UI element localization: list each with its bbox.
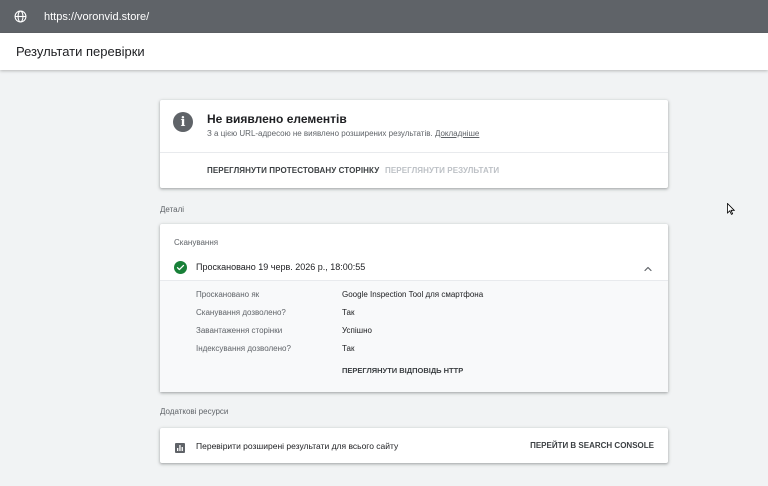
crawl-title: Сканування xyxy=(174,238,219,247)
check-circle-icon xyxy=(174,261,187,274)
url-text[interactable]: https://voronvid.store/ xyxy=(44,11,149,23)
mouse-cursor-icon xyxy=(727,202,736,215)
crawled-as-label: Проскановано як xyxy=(196,290,260,299)
crawl-allowed-value: Так xyxy=(342,308,355,317)
crawl-details-panel: Проскановано як Google Inspection Tool д… xyxy=(160,280,668,392)
indexing-allowed-value: Так xyxy=(342,344,355,353)
bar-chart-icon xyxy=(175,440,185,453)
globe-icon xyxy=(13,10,27,24)
summary-description: З а цією URL-адресою не виявлено розшире… xyxy=(207,129,479,138)
info-icon: i xyxy=(173,112,193,132)
page-fetch-label: Завантаження сторінки xyxy=(196,326,283,335)
learn-more-link[interactable]: Докладніше xyxy=(435,129,479,138)
details-section-label: Деталі xyxy=(160,205,185,214)
crawled-as-value: Google Inspection Tool для смартфона xyxy=(342,290,484,299)
crawl-allowed-label: Сканування дозволено? xyxy=(196,308,286,317)
open-search-console-button[interactable]: ПЕРЕЙТИ В SEARCH CONSOLE xyxy=(530,441,654,450)
chevron-up-icon[interactable] xyxy=(642,262,654,274)
divider xyxy=(160,152,668,153)
page-title: Результати перевірки xyxy=(16,44,145,59)
resources-card: Перевірити розширені результати для всьо… xyxy=(160,428,668,463)
crawled-timestamp: Проскановано 19 черв. 2026 р., 18:00:55 xyxy=(196,262,366,272)
summary-description-text: З а цією URL-адресою не виявлено розшире… xyxy=(207,129,433,138)
view-http-response-button[interactable]: ПЕРЕГЛЯНУТИ ВІДПОВІДЬ HTTP xyxy=(342,366,463,375)
resources-section-label: Додаткові ресурси xyxy=(160,407,229,416)
crawl-card: Сканування Проскановано 19 черв. 2026 р.… xyxy=(160,224,668,392)
browser-url-bar: https://voronvid.store/ xyxy=(0,0,768,33)
page-fetch-value: Успішно xyxy=(342,326,372,335)
indexing-allowed-label: Індексування дозволено? xyxy=(196,344,291,353)
view-tested-page-button[interactable]: ПЕРЕГЛЯНУТИ ПРОТЕСТОВАНУ СТОРІНКУ xyxy=(207,166,379,175)
page-header: Результати перевірки xyxy=(0,33,768,70)
summary-heading: Не виявлено елементів xyxy=(207,112,347,126)
view-results-button[interactable]: ПЕРЕГЛЯНУТИ РЕЗУЛЬТАТИ xyxy=(385,166,499,175)
resources-item-text: Перевірити розширені результати для всьо… xyxy=(196,441,399,451)
summary-card: i Не виявлено елементів З а цією URL-адр… xyxy=(160,100,668,188)
